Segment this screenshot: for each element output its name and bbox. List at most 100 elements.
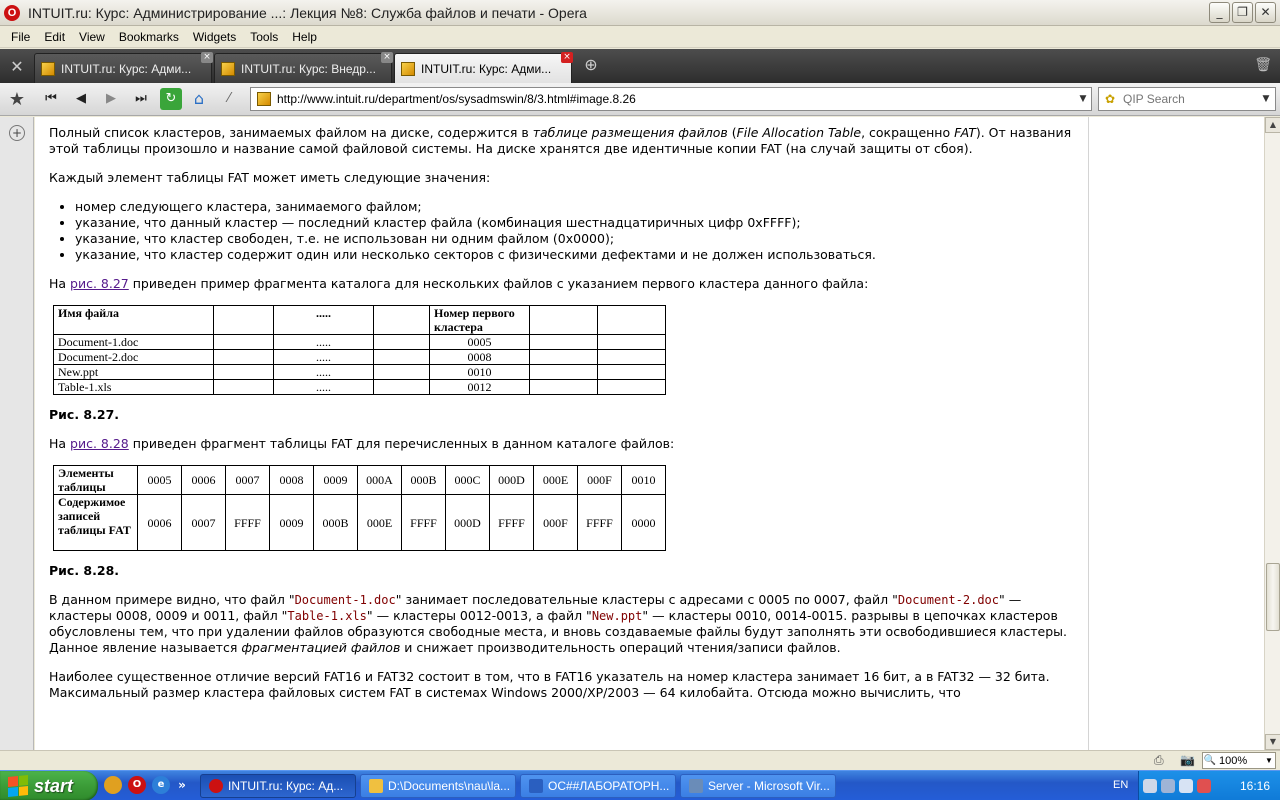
task-explorer[interactable]: D:\Documents\nau\la... (360, 774, 516, 798)
home-icon[interactable]: ⌂ (186, 87, 212, 111)
menu-edit[interactable]: Edit (37, 30, 72, 44)
text: Полный список кластеров, занимаемых файл… (49, 125, 533, 140)
figure-link-8-28[interactable]: рис. 8.28 (70, 436, 129, 451)
tab-label: INTUIT.ru: Курс: Адми... (421, 61, 552, 76)
page-icon (41, 61, 55, 76)
new-tab-icon[interactable]: ⊕ (578, 53, 604, 79)
more-icon[interactable]: » (176, 776, 188, 794)
opera-quicklaunch-icon[interactable]: O (128, 776, 146, 794)
vertical-scrollbar[interactable]: ▲ ▼ (1264, 117, 1280, 750)
search-box[interactable]: ✿ ▼ (1098, 87, 1276, 111)
table-cell: 000D (489, 465, 534, 495)
table-cell: FFFF (401, 494, 446, 551)
column-divider (1088, 117, 1089, 750)
menu-view[interactable]: View (72, 30, 112, 44)
table-row: Document-2.doc ..... 0008 (53, 349, 666, 365)
search-input[interactable] (1119, 92, 1259, 106)
table-cell (373, 379, 430, 395)
window-title: INTUIT.ru: Курс: Администрирование ...: … (28, 4, 587, 21)
internet-explorer-icon[interactable]: e (152, 776, 170, 794)
menu-bar: File Edit View Bookmarks Widgets Tools H… (0, 26, 1280, 48)
rewind-icon[interactable]: ⏮ (38, 87, 64, 111)
table-cell (529, 379, 598, 395)
address-bar[interactable]: http://www.intuit.ru/department/os/sysad… (250, 87, 1092, 111)
trash-icon[interactable]: 🗑 (1254, 57, 1272, 73)
paragraph: Каждый элемент таблицы FAT может иметь с… (49, 170, 491, 185)
menu-tools[interactable]: Tools (243, 30, 285, 44)
add-panel-icon[interactable]: + (9, 125, 25, 141)
dropdown-icon[interactable]: ▼ (1259, 94, 1273, 104)
panel-toggle-icon[interactable]: ⎙ (1154, 753, 1164, 768)
menu-bookmarks[interactable]: Bookmarks (112, 30, 186, 44)
network-icon[interactable] (1143, 779, 1157, 793)
tab-close-icon[interactable]: × (201, 52, 213, 63)
figure-link-8-27[interactable]: рис. 8.27 (70, 276, 129, 291)
fast-forward-icon[interactable]: ⏭ (128, 87, 154, 111)
back-icon[interactable]: ◀ (68, 87, 94, 111)
table-cell: 0010 (621, 465, 666, 495)
task-word[interactable]: ОС##ЛАБОРАТОРН... (520, 774, 676, 798)
paragraph: Наиболее существенное отличие версий FAT… (49, 669, 1050, 700)
table-cell (373, 364, 430, 380)
table-cell: ..... (273, 305, 374, 335)
maximize-button[interactable]: ❐ (1232, 2, 1253, 23)
filename: Document-1.doc (294, 593, 396, 607)
tab-label: INTUIT.ru: Курс: Адми... (61, 61, 192, 76)
dropdown-icon[interactable]: ▼ (1075, 94, 1091, 104)
list-item: указание, что кластер свободен, т.е. не … (75, 231, 1079, 247)
table-cell (373, 305, 430, 335)
table-cell (213, 334, 274, 350)
table-cell: Document-1.doc (53, 334, 214, 350)
language-indicator[interactable]: EN (1113, 779, 1128, 791)
forward-icon[interactable]: ▶ (98, 87, 124, 111)
antivirus-icon[interactable] (1197, 779, 1211, 793)
tab-close-icon[interactable]: × (561, 52, 573, 63)
table-cell: Document-2.doc (53, 349, 214, 365)
tab-intuit-1[interactable]: INTUIT.ru: Курс: Адми... × (34, 52, 213, 83)
term-fragmentation: фрагментацией файлов (241, 640, 401, 655)
dropdown-icon[interactable]: ▼ (1263, 756, 1275, 765)
table-cell: 000A (357, 465, 402, 495)
task-virtual-pc[interactable]: Server - Microsoft Vir... (680, 774, 836, 798)
zoom-value: 100% (1219, 754, 1248, 767)
bookmark-star-icon[interactable]: ★ (0, 89, 34, 110)
address-url[interactable]: http://www.intuit.ru/department/os/sysad… (277, 92, 1075, 106)
tab-intuit-3-active[interactable]: INTUIT.ru: Курс: Адми... × (394, 52, 573, 83)
tab-label: INTUIT.ru: Курс: Внедр... (241, 61, 376, 76)
scroll-up-icon[interactable]: ▲ (1265, 117, 1280, 133)
menu-file[interactable]: File (4, 30, 37, 44)
task-opera[interactable]: INTUIT.ru: Курс: Ад... (200, 774, 356, 798)
firefox-icon[interactable] (104, 776, 122, 794)
paragraph: Полный список кластеров, занимаемых файл… (49, 125, 1079, 157)
reload-icon[interactable]: ↻ (160, 88, 182, 110)
scroll-down-icon[interactable]: ▼ (1265, 734, 1280, 750)
table-cell: ..... (273, 349, 374, 365)
list-item: указание, что кластер содержит один или … (75, 247, 1079, 263)
tab-intuit-2[interactable]: INTUIT.ru: Курс: Внедр... × (214, 52, 393, 83)
table-cell (529, 334, 598, 350)
volume-icon[interactable] (1179, 779, 1193, 793)
page-icon (221, 61, 235, 76)
windows-logo-icon (8, 774, 28, 798)
row-header: Элементы таблицы (53, 465, 138, 495)
monitor-icon[interactable] (1161, 779, 1175, 793)
term-fat: таблице размещения файлов (532, 125, 728, 140)
table-row: New.ppt ..... 0010 (53, 364, 666, 380)
close-window-button[interactable]: ✕ (1255, 2, 1276, 23)
menu-help[interactable]: Help (285, 30, 324, 44)
scrollbar-thumb[interactable] (1266, 563, 1280, 631)
table-cell (597, 334, 666, 350)
minimize-button[interactable]: _ (1209, 2, 1230, 23)
table-cell: ..... (273, 334, 374, 350)
table-cell: 0009 (269, 494, 314, 551)
table-cell (597, 305, 666, 335)
table-cell: 000C (445, 465, 490, 495)
wand-icon[interactable]: ⁄ (216, 87, 242, 111)
camera-icon[interactable]: 📷 (1180, 753, 1195, 767)
tab-close-icon[interactable]: × (381, 52, 393, 63)
table-cell (373, 349, 430, 365)
start-button[interactable]: start (0, 771, 98, 800)
zoom-control[interactable]: 🔍 100% ▼ (1202, 752, 1276, 769)
tools-icon[interactable]: ✕ (0, 49, 34, 83)
menu-widgets[interactable]: Widgets (186, 30, 243, 44)
